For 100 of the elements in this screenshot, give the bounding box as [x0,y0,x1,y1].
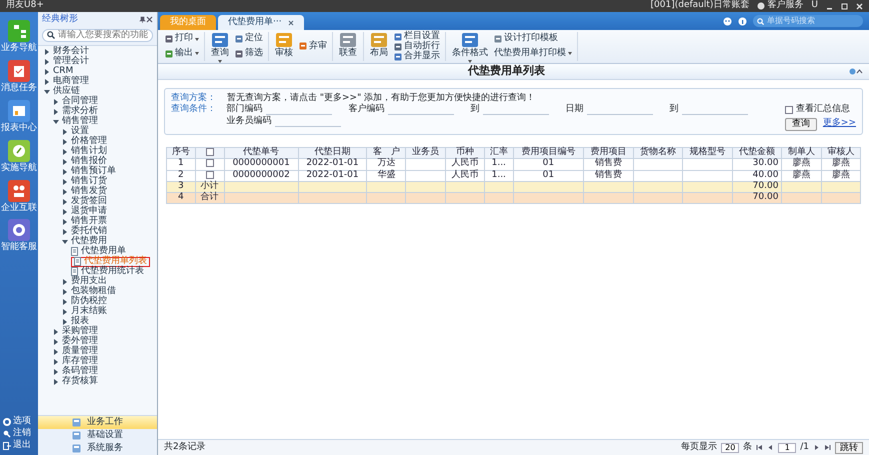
toolbar-button[interactable]: 审核 [273,32,295,61]
caret-down-icon [53,118,59,125]
collapse-icon[interactable] [856,68,863,75]
tree-item[interactable]: 条码管理 [53,366,98,377]
first-page-icon[interactable] [756,444,764,451]
tree-item[interactable]: 财务会计 [44,46,89,57]
rail-label[interactable]: 企业互联 [1,204,37,214]
tree-item[interactable]: 库存管理 [53,356,98,367]
query-button[interactable]: 查询 [784,118,817,131]
tree-item[interactable]: 防伪税控 [62,296,107,307]
tree-item[interactable]: CRM [44,66,74,77]
tree-item[interactable]: 退货申请 [62,206,107,217]
close-icon[interactable] [146,16,153,24]
last-page-icon[interactable] [824,444,831,451]
close-icon[interactable] [288,20,294,26]
tree-item[interactable]: 电商管理 [44,76,89,87]
toolbar-button[interactable]: 合并显示 [393,52,441,62]
tree-item[interactable]: 销售发货 [62,186,107,197]
tree-item[interactable]: 销售预订单 [62,166,116,177]
tree-item[interactable]: 报表 [62,316,89,327]
toolbar-button[interactable]: 打印 [164,34,200,44]
tree-item[interactable]: 管理会计 [44,56,89,67]
tree-item[interactable]: 价格管理 [62,136,107,147]
toolbar-button[interactable]: 自动折行 [393,42,441,52]
tree-item[interactable]: 委外管理 [53,336,98,347]
smiley-icon[interactable] [723,16,732,26]
toolbar-button[interactable]: 布局 [368,32,390,61]
checklist-icon[interactable] [7,60,31,82]
tree-item[interactable]: 代垫费用统计表 [71,266,144,277]
select-all-checkbox[interactable] [206,148,214,156]
tree-item[interactable]: 委托代销 [62,226,107,237]
tree-item[interactable]: 存货核算 [53,376,98,387]
column-header: 汇率 [484,147,514,159]
rail-label[interactable]: 智能客服 [1,243,37,254]
tree-item[interactable]: 销售开票 [62,216,107,227]
toolbar-button[interactable]: 栏目设置 [393,32,441,42]
maximize-icon[interactable] [841,2,848,10]
field-label: 业务员编码 [226,117,272,127]
toolbar-button[interactable]: 联查 [337,32,359,61]
rail-footer-item[interactable]: 注销 [3,429,31,440]
summary-checkbox[interactable]: 查看汇总信息 [784,105,856,115]
jump-button[interactable]: 跳转 [835,442,863,454]
tree-item[interactable]: 代垫费用 [62,236,107,247]
rail-label[interactable]: 实施导航 [1,164,37,174]
toolbar-button[interactable]: 设计打印模板 [493,34,573,44]
tree-item[interactable]: 质量管理 [53,346,98,357]
field-label: 客户编码 [348,105,384,115]
tab[interactable]: 代垫费用单··· [218,15,304,30]
tree-item[interactable]: 销售订货 [62,176,107,187]
toolbar-button[interactable]: 弃审 [298,42,328,52]
row-checkbox[interactable] [206,159,214,168]
next-page-icon[interactable] [813,444,820,451]
tree-item[interactable]: 需求分析 [53,106,98,117]
rail-footer-item[interactable]: 退出 [3,441,31,451]
search-input[interactable]: 单据号码搜索 [767,16,857,26]
table-cell: 2022-01-01 [298,158,367,170]
page-title: 代垫费用单列表 [466,65,546,78]
tree-item[interactable]: 发货签回 [62,196,107,207]
help-icon[interactable] [738,16,747,26]
rail-footer-item[interactable]: 选项 [3,417,31,428]
tree-item[interactable]: 销售计划 [62,146,107,157]
tree-item[interactable]: 采购管理 [53,326,98,337]
tree-item[interactable]: 设置 [62,126,89,137]
search-icon [757,18,764,24]
table-cell: 人民币 [445,170,484,182]
tree-item[interactable]: 销售管理 [53,116,98,127]
rail-label[interactable]: 报表中心 [1,124,37,134]
toolbar-button[interactable]: 代垫费用单打印模 [493,48,573,59]
column-header: 客 户 [366,147,406,159]
toolbar-button[interactable]: 筛选 [234,48,264,59]
more-link[interactable]: 更多>> [822,119,856,130]
column-header: 序号 [166,147,196,159]
per-page-field[interactable]: 20 [721,442,740,452]
toolbar-button[interactable]: 输出 [164,48,200,59]
panel-title: 经典树形 [42,15,79,25]
tree-icon[interactable] [7,20,31,42]
app-title: 用友U8+ [6,1,44,11]
module-tab[interactable]: 基础设置 [38,429,157,442]
query-scheme-hint: 暂无查询方案，请点击 "更多>>" 添加，有助于您更加方便快捷的进行查询！ [227,94,536,104]
report-icon[interactable] [7,100,31,122]
previous-page-icon[interactable] [767,444,774,451]
pin-icon[interactable] [139,16,146,24]
tree-item[interactable]: 供应链 [44,86,80,97]
table-cell: 3 [166,181,196,192]
tree-item[interactable]: 月末结账 [62,306,107,317]
tree-item[interactable]: 包装物租借 [62,286,116,297]
module-tab[interactable]: 业务工作 [38,416,157,429]
field-label: 到 [669,105,678,115]
tree-item[interactable]: 费用支出 [62,276,107,287]
tree-item[interactable]: 合同管理 [53,96,98,107]
rail-label[interactable]: 业务导航 [1,44,37,54]
toolbar-button[interactable]: 定位 [234,34,264,44]
search-field[interactable]: 单据号码搜索 [753,15,863,27]
tree-item[interactable]: 销售报价 [62,156,107,167]
module-tab[interactable]: 系统服务 [38,442,157,455]
table-cell: 廖燕 [782,170,822,182]
page-field[interactable]: 1 [778,442,796,452]
network-icon[interactable] [7,180,31,202]
rail-label[interactable]: 消息任务 [1,84,37,94]
tree-item[interactable]: 代垫费用单 [71,246,126,257]
